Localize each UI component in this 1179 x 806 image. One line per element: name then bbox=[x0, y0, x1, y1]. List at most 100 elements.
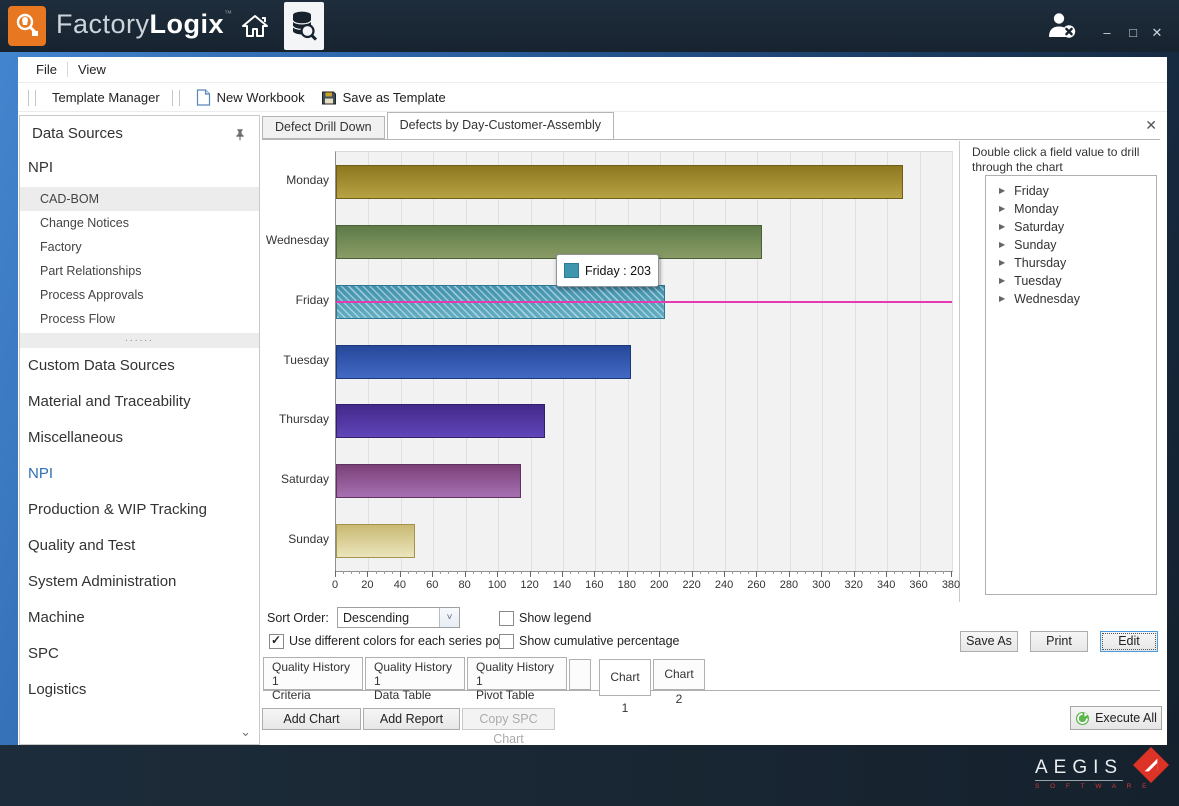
sidebar-splitter[interactable]: ...... bbox=[20, 333, 259, 348]
bar-wednesday[interactable] bbox=[336, 225, 762, 259]
axis-tick bbox=[627, 571, 628, 577]
save-as-button[interactable]: Save As bbox=[960, 631, 1018, 652]
toolbar-grip[interactable] bbox=[28, 90, 36, 106]
x-tick-label: 300 bbox=[806, 579, 836, 591]
drill-item-label: Sunday bbox=[1014, 236, 1056, 254]
sheet-tab-blank[interactable] bbox=[569, 659, 591, 690]
new-workbook-label: New Workbook bbox=[217, 90, 305, 105]
home-button[interactable] bbox=[238, 10, 272, 42]
sidebar-item-cad-bom[interactable]: CAD-BOM bbox=[20, 187, 259, 211]
expand-icon[interactable]: ▶ bbox=[999, 182, 1005, 200]
close-tab-icon[interactable]: ✕ bbox=[1145, 117, 1157, 134]
expand-icon[interactable]: ▶ bbox=[999, 272, 1005, 290]
sheet-tab-quality-history-1-data-table[interactable]: Quality History 1Data Table bbox=[365, 657, 465, 690]
sheet-tab-quality-history-1-pivot-table[interactable]: Quality History 1Pivot Table bbox=[467, 657, 567, 690]
sidebar-item-factory[interactable]: Factory bbox=[20, 235, 259, 259]
axis-tick bbox=[724, 571, 725, 577]
y-label-thursday: Thursday bbox=[265, 390, 329, 450]
scroll-down-icon[interactable]: ⌄ bbox=[240, 724, 251, 740]
gridline bbox=[660, 152, 661, 571]
y-label-sunday: Sunday bbox=[265, 510, 329, 570]
sheet-tab-chart-1[interactable]: Chart 1 bbox=[599, 659, 651, 696]
close-window-button[interactable]: ✕ bbox=[1146, 24, 1168, 42]
cumulative-percentage-label: Show cumulative percentage bbox=[519, 634, 680, 648]
print-button[interactable]: Print bbox=[1030, 631, 1088, 652]
sidebar-item-change-notices[interactable]: Change Notices bbox=[20, 211, 259, 235]
minimize-button[interactable]: – bbox=[1096, 24, 1118, 42]
logout-user-button[interactable] bbox=[1045, 10, 1079, 42]
add-chart-button[interactable]: Add Chart bbox=[262, 708, 361, 730]
template-manager-button[interactable]: Template Manager bbox=[44, 86, 168, 110]
bar-saturday[interactable] bbox=[336, 464, 521, 498]
sidebar-category-system-administration[interactable]: System Administration bbox=[20, 564, 259, 600]
drill-item-friday[interactable]: ▶Friday bbox=[986, 182, 1156, 200]
bar-thursday[interactable] bbox=[336, 404, 545, 438]
edit-button[interactable]: Edit bbox=[1100, 631, 1158, 652]
bar-sunday[interactable] bbox=[336, 524, 415, 558]
x-tick-label: 320 bbox=[839, 579, 869, 591]
cumulative-percentage-checkbox[interactable] bbox=[499, 634, 514, 649]
new-workbook-button[interactable]: New Workbook bbox=[188, 86, 313, 110]
axis-tick bbox=[513, 571, 514, 574]
gridline bbox=[693, 152, 694, 571]
expand-icon[interactable]: ▶ bbox=[999, 218, 1005, 236]
toolbar-grip[interactable] bbox=[172, 90, 180, 106]
show-legend-checkbox[interactable] bbox=[499, 611, 514, 626]
axis-tick bbox=[489, 571, 490, 574]
tab-defect-drill-down[interactable]: Defect Drill Down bbox=[262, 116, 385, 139]
sidebar-category-npi[interactable]: NPI bbox=[20, 456, 259, 492]
drill-item-tuesday[interactable]: ▶Tuesday bbox=[986, 272, 1156, 290]
axis-tick bbox=[602, 571, 603, 574]
expand-icon[interactable]: ▶ bbox=[999, 254, 1005, 272]
sidebar-item-process-flow[interactable]: Process Flow bbox=[20, 307, 259, 331]
sidebar-category-custom-data-sources[interactable]: Custom Data Sources bbox=[20, 348, 259, 384]
y-label-wednesday: Wednesday bbox=[265, 211, 329, 271]
pin-icon[interactable] bbox=[233, 127, 249, 143]
execute-all-button[interactable]: Execute All bbox=[1070, 706, 1162, 730]
axis-tick bbox=[675, 571, 676, 574]
bar-tuesday[interactable] bbox=[336, 345, 631, 379]
sidebar-category-material-and-traceability[interactable]: Material and Traceability bbox=[20, 384, 259, 420]
drill-item-wednesday[interactable]: ▶Wednesday bbox=[986, 290, 1156, 308]
sort-order-dropdown[interactable]: Descending ˅ bbox=[337, 607, 460, 628]
drill-item-monday[interactable]: ▶Monday bbox=[986, 200, 1156, 218]
drill-item-thursday[interactable]: ▶Thursday bbox=[986, 254, 1156, 272]
sidebar-item-part-relationships[interactable]: Part Relationships bbox=[20, 259, 259, 283]
maximize-button[interactable]: □ bbox=[1122, 24, 1144, 42]
axis-tick bbox=[878, 571, 879, 574]
expand-icon[interactable]: ▶ bbox=[999, 200, 1005, 218]
show-legend-label: Show legend bbox=[519, 611, 591, 625]
expand-icon[interactable]: ▶ bbox=[999, 236, 1005, 254]
tab-defects-by-day-customer-assembly[interactable]: Defects by Day-Customer-Assembly bbox=[387, 112, 614, 139]
drill-item-label: Saturday bbox=[1014, 218, 1064, 236]
add-report-button[interactable]: Add Report bbox=[363, 708, 460, 730]
expand-icon[interactable]: ▶ bbox=[999, 290, 1005, 308]
axis-tick bbox=[619, 571, 620, 574]
bar-monday[interactable] bbox=[336, 165, 903, 199]
different-colors-checkbox[interactable] bbox=[269, 634, 284, 649]
sidebar-category-spc[interactable]: SPC bbox=[20, 636, 259, 672]
sidebar-category-logistics[interactable]: Logistics bbox=[20, 672, 259, 708]
save-as-template-label: Save as Template bbox=[343, 90, 446, 105]
toolbar: Template Manager New Workbook Save as Te… bbox=[18, 84, 1167, 112]
x-tick-label: 260 bbox=[741, 579, 771, 591]
npi-item-list: CAD-BOMChange NoticesFactoryPart Relatio… bbox=[20, 187, 259, 331]
data-explorer-button[interactable] bbox=[284, 2, 324, 50]
sidebar-item-process-approvals[interactable]: Process Approvals bbox=[20, 283, 259, 307]
menu-item-view[interactable]: View bbox=[68, 62, 116, 77]
menu-item-file[interactable]: File bbox=[26, 62, 67, 77]
sheet-tab-chart-2[interactable]: Chart 2 bbox=[653, 659, 705, 690]
sheet-tab-quality-history-1-criteria[interactable]: Quality History 1Criteria bbox=[263, 657, 363, 690]
gridline bbox=[887, 152, 888, 571]
sidebar-category-quality-and-test[interactable]: Quality and Test bbox=[20, 528, 259, 564]
x-tick-label: 180 bbox=[612, 579, 642, 591]
sidebar-category-machine[interactable]: Machine bbox=[20, 600, 259, 636]
drill-item-saturday[interactable]: ▶ Saturday bbox=[986, 218, 1156, 236]
sidebar-category-miscellaneous[interactable]: Miscellaneous bbox=[20, 420, 259, 456]
sort-order-label: Sort Order: bbox=[267, 611, 329, 625]
drill-item-sunday[interactable]: ▶ Sunday bbox=[986, 236, 1156, 254]
save-as-template-button[interactable]: Save as Template bbox=[313, 86, 454, 110]
sidebar-category-production-wip-tracking[interactable]: Production & WIP Tracking bbox=[20, 492, 259, 528]
execute-all-label: Execute All bbox=[1095, 711, 1157, 725]
axis-tick bbox=[910, 571, 911, 574]
